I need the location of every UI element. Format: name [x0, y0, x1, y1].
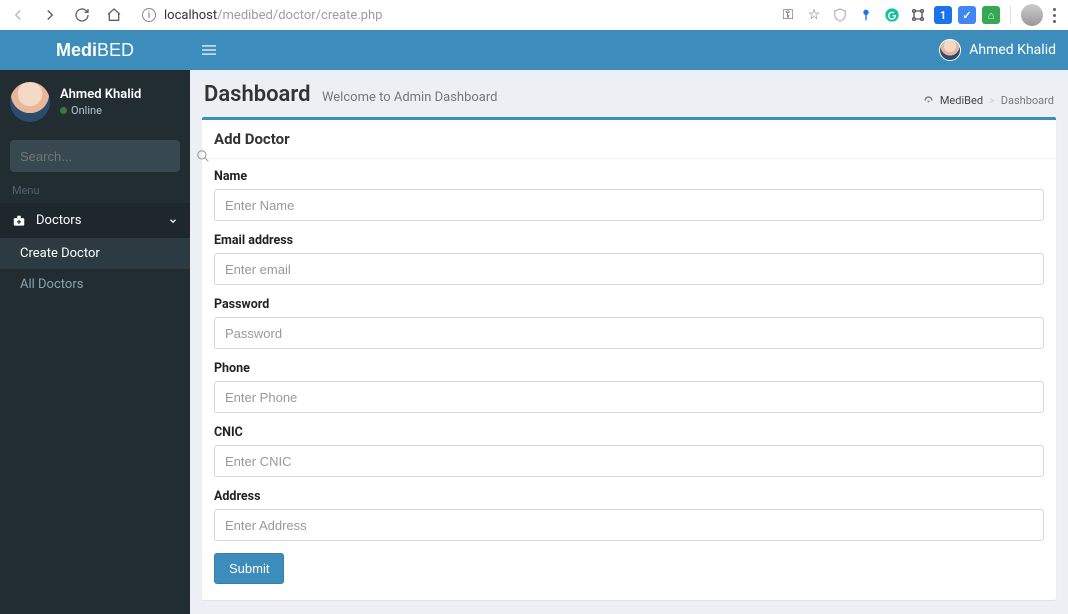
- password-key-icon[interactable]: ⚿: [778, 5, 798, 25]
- app-logo[interactable]: MediBED: [0, 30, 190, 70]
- label-name: Name: [214, 169, 1044, 184]
- sidebar-toggle-button[interactable]: [202, 43, 216, 57]
- breadcrumb-root[interactable]: MediBed: [940, 94, 983, 107]
- extension-blue-square-icon[interactable]: 1: [934, 6, 952, 24]
- extension-icon-blue-pin[interactable]: [856, 5, 876, 25]
- sidebar-item-doctors[interactable]: Doctors: [0, 203, 190, 238]
- browser-toolbar: i localhost/medibed/doctor/create.php ⚿ …: [0, 0, 1068, 30]
- sidebar-user-panel: Ahmed Khalid Online: [0, 70, 190, 134]
- status-dot-icon: [60, 107, 67, 114]
- label-address: Address: [214, 489, 1044, 504]
- label-email-address: Email address: [214, 233, 1044, 248]
- avatar: [939, 39, 961, 61]
- chrome-menu-button[interactable]: [1049, 4, 1060, 27]
- nav-forward-button[interactable]: [36, 1, 64, 29]
- label-password: Password: [214, 297, 1044, 312]
- sidebar-menu-header: Menu: [0, 172, 190, 203]
- extension-green-square-icon[interactable]: ⌂: [982, 6, 1000, 24]
- label-cnic: CNIC: [214, 425, 1044, 440]
- content-area: Dashboard Welcome to Admin Dashboard Med…: [190, 30, 1068, 614]
- input-phone[interactable]: [214, 381, 1044, 413]
- add-doctor-form: Name Email address Password Phone CNIC Addres…: [214, 169, 1044, 584]
- medkit-icon: [12, 214, 26, 228]
- sidebar-subitem-all-doctors[interactable]: All Doctors: [0, 269, 190, 300]
- breadcrumb-current: Dashboard: [1001, 94, 1054, 107]
- extension-dev-icon[interactable]: [908, 5, 928, 25]
- topbar-username: Ahmed Khalid: [969, 42, 1056, 58]
- search-icon[interactable]: [196, 149, 210, 163]
- topbar-user-menu[interactable]: Ahmed Khalid: [939, 39, 1056, 61]
- chrome-profile-avatar[interactable]: [1021, 4, 1043, 26]
- chrome-separator: [1010, 6, 1011, 24]
- input-email-address[interactable]: [214, 253, 1044, 285]
- sidebar-username: Ahmed Khalid: [60, 87, 141, 102]
- avatar: [10, 82, 50, 122]
- breadcrumb-separator: >: [989, 94, 995, 107]
- nav-back-button[interactable]: [4, 1, 32, 29]
- sidebar-search-input[interactable]: [20, 149, 196, 164]
- input-password[interactable]: [214, 317, 1044, 349]
- sidebar-search[interactable]: [10, 140, 180, 172]
- input-cnic[interactable]: [214, 445, 1044, 477]
- chevron-down-icon: [168, 216, 178, 226]
- nav-home-button[interactable]: [100, 1, 128, 29]
- nav-reload-button[interactable]: [68, 1, 96, 29]
- sidebar-item-label: Doctors: [36, 213, 81, 228]
- sidebar-user-status: Online: [60, 104, 141, 117]
- url-text: localhost/medibed/doctor/create.php: [164, 8, 382, 23]
- sidebar: Ahmed Khalid Online Menu Doctors Create: [0, 30, 190, 614]
- dashboard-icon: [923, 95, 934, 106]
- box-title: Add Doctor: [214, 130, 1044, 148]
- sidebar-subitem-create-doctor[interactable]: Create Doctor: [0, 238, 190, 269]
- address-bar[interactable]: i localhost/medibed/doctor/create.php: [132, 3, 652, 27]
- page-title: Dashboard Welcome to Admin Dashboard: [204, 82, 498, 107]
- submit-button[interactable]: Submit: [214, 553, 284, 584]
- input-address[interactable]: [214, 509, 1044, 541]
- app-topbar: Ahmed Khalid: [190, 30, 1068, 70]
- extension-grammarly-icon[interactable]: [882, 5, 902, 25]
- extension-check-icon[interactable]: ✓: [958, 6, 976, 24]
- breadcrumb: MediBed > Dashboard: [923, 94, 1054, 107]
- form-box: Add Doctor Name Email address Password Phon…: [202, 117, 1056, 600]
- site-info-icon[interactable]: i: [142, 8, 156, 22]
- label-phone: Phone: [214, 361, 1044, 376]
- extension-shield-icon[interactable]: [830, 5, 850, 25]
- input-name[interactable]: [214, 189, 1044, 221]
- bookmark-star-icon[interactable]: ☆: [804, 5, 824, 25]
